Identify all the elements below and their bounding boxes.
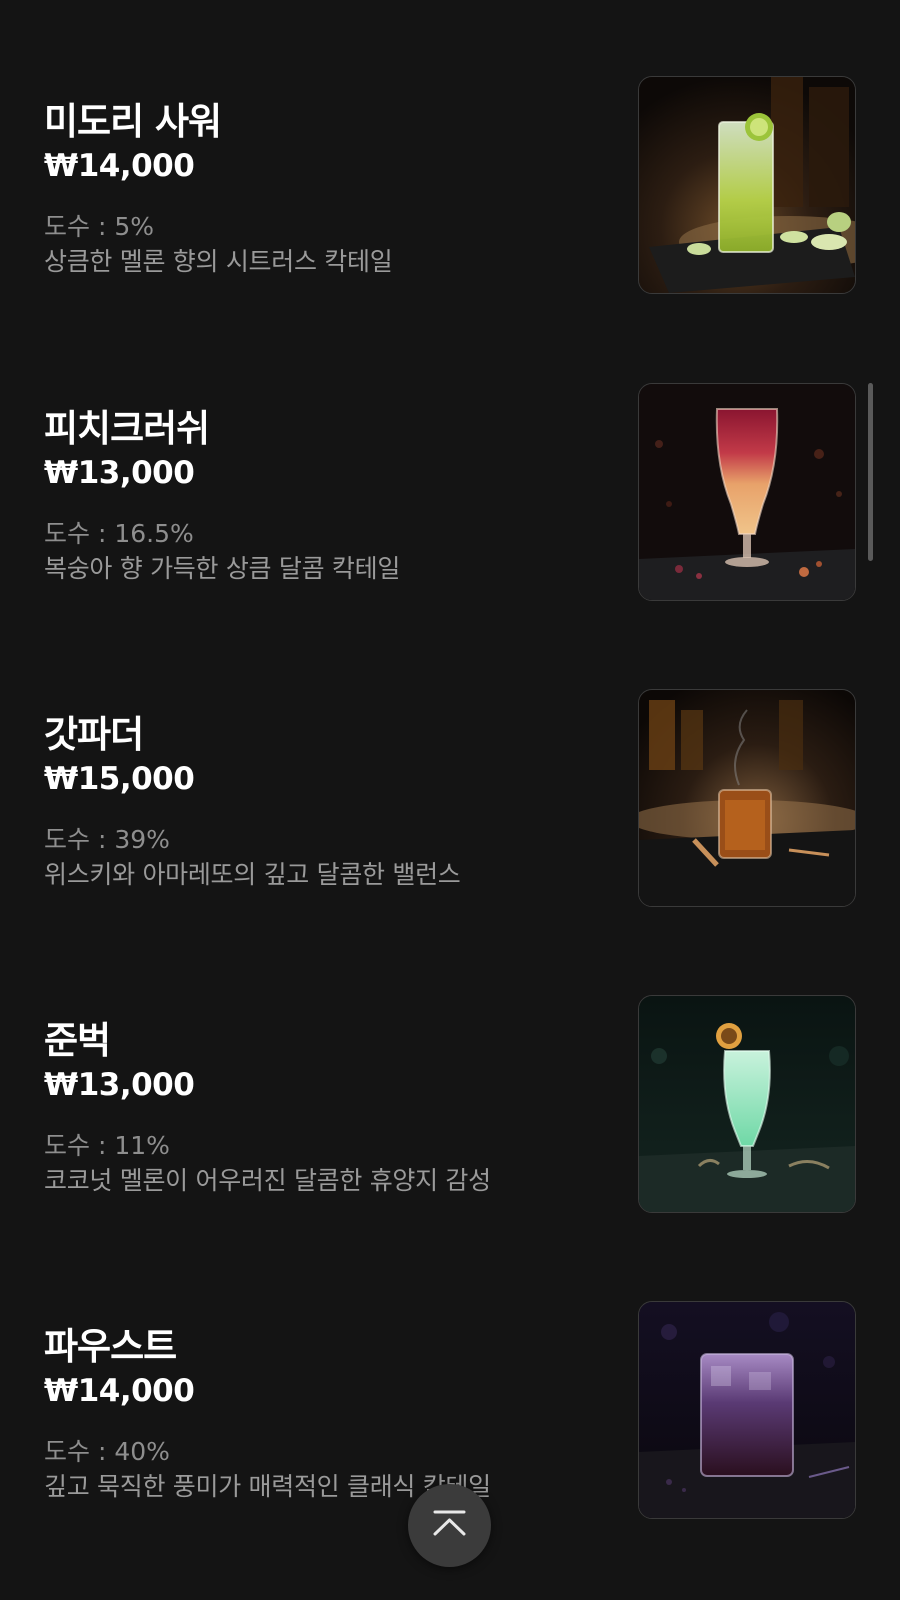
june-bug-photo bbox=[639, 996, 855, 1212]
menu-item-name: 갓파더 bbox=[44, 713, 144, 756]
menu-item-name: 준벅 bbox=[44, 1019, 111, 1062]
menu-item-description: 복숭아 향 가득한 상큼 달콤 칵테일 bbox=[44, 554, 401, 583]
menu-item-description: 위스키와 아마레또의 깊고 달콤한 밸런스 bbox=[44, 860, 461, 889]
chevron-up-to-top-icon bbox=[433, 1510, 466, 1536]
menu-item-abv: 도수 : 39% bbox=[44, 825, 170, 854]
menu-item-price: ₩13,000 bbox=[44, 1067, 195, 1103]
midori-sour-photo bbox=[639, 77, 855, 293]
menu-item[interactable]: 준벅 ₩13,000 도수 : 11% 코코넛 멜론이 어우러진 달콤한 휴양지… bbox=[0, 995, 900, 1213]
faust-photo bbox=[639, 1302, 855, 1518]
menu-item-abv: 도수 : 5% bbox=[44, 212, 154, 241]
menu-item-price: ₩15,000 bbox=[44, 761, 195, 797]
menu-item-photo[interactable] bbox=[638, 995, 856, 1213]
godfather-photo bbox=[639, 690, 855, 906]
cocktail-menu-page: 미도리 사워 ₩14,000 도수 : 5% 상큼한 멜론 향의 시트러스 칵테… bbox=[0, 0, 900, 1600]
menu-item-name: 파우스트 bbox=[44, 1325, 177, 1368]
menu-item-abv: 도수 : 11% bbox=[44, 1131, 170, 1160]
menu-item-price: ₩14,000 bbox=[44, 1373, 195, 1409]
menu-item-abv: 도수 : 16.5% bbox=[44, 519, 194, 548]
scrollbar[interactable] bbox=[868, 383, 873, 561]
menu-item-name: 미도리 사워 bbox=[44, 100, 222, 143]
menu-item-price: ₩14,000 bbox=[44, 148, 195, 184]
menu-item-abv: 도수 : 40% bbox=[44, 1437, 170, 1466]
menu-item-price: ₩13,000 bbox=[44, 455, 195, 491]
menu-item-description: 상큼한 멜론 향의 시트러스 칵테일 bbox=[44, 247, 393, 276]
menu-item-photo[interactable] bbox=[638, 1301, 856, 1519]
menu-item[interactable]: 피치크러쉬 ₩13,000 도수 : 16.5% 복숭아 향 가득한 상큼 달콤… bbox=[0, 383, 900, 601]
menu-item-photo[interactable] bbox=[638, 76, 856, 294]
menu-item-photo[interactable] bbox=[638, 689, 856, 907]
menu-item-photo[interactable] bbox=[638, 383, 856, 601]
menu-item[interactable]: 미도리 사워 ₩14,000 도수 : 5% 상큼한 멜론 향의 시트러스 칵테… bbox=[0, 76, 900, 294]
menu-item-name: 피치크러쉬 bbox=[44, 407, 210, 450]
menu-item[interactable]: 갓파더 ₩15,000 도수 : 39% 위스키와 아마레또의 깊고 달콤한 밸… bbox=[0, 689, 900, 907]
scroll-to-top-button[interactable] bbox=[408, 1484, 491, 1567]
menu-item-description: 코코넛 멜론이 어우러진 달콤한 휴양지 감성 bbox=[44, 1166, 491, 1195]
peach-crush-photo bbox=[639, 384, 855, 600]
